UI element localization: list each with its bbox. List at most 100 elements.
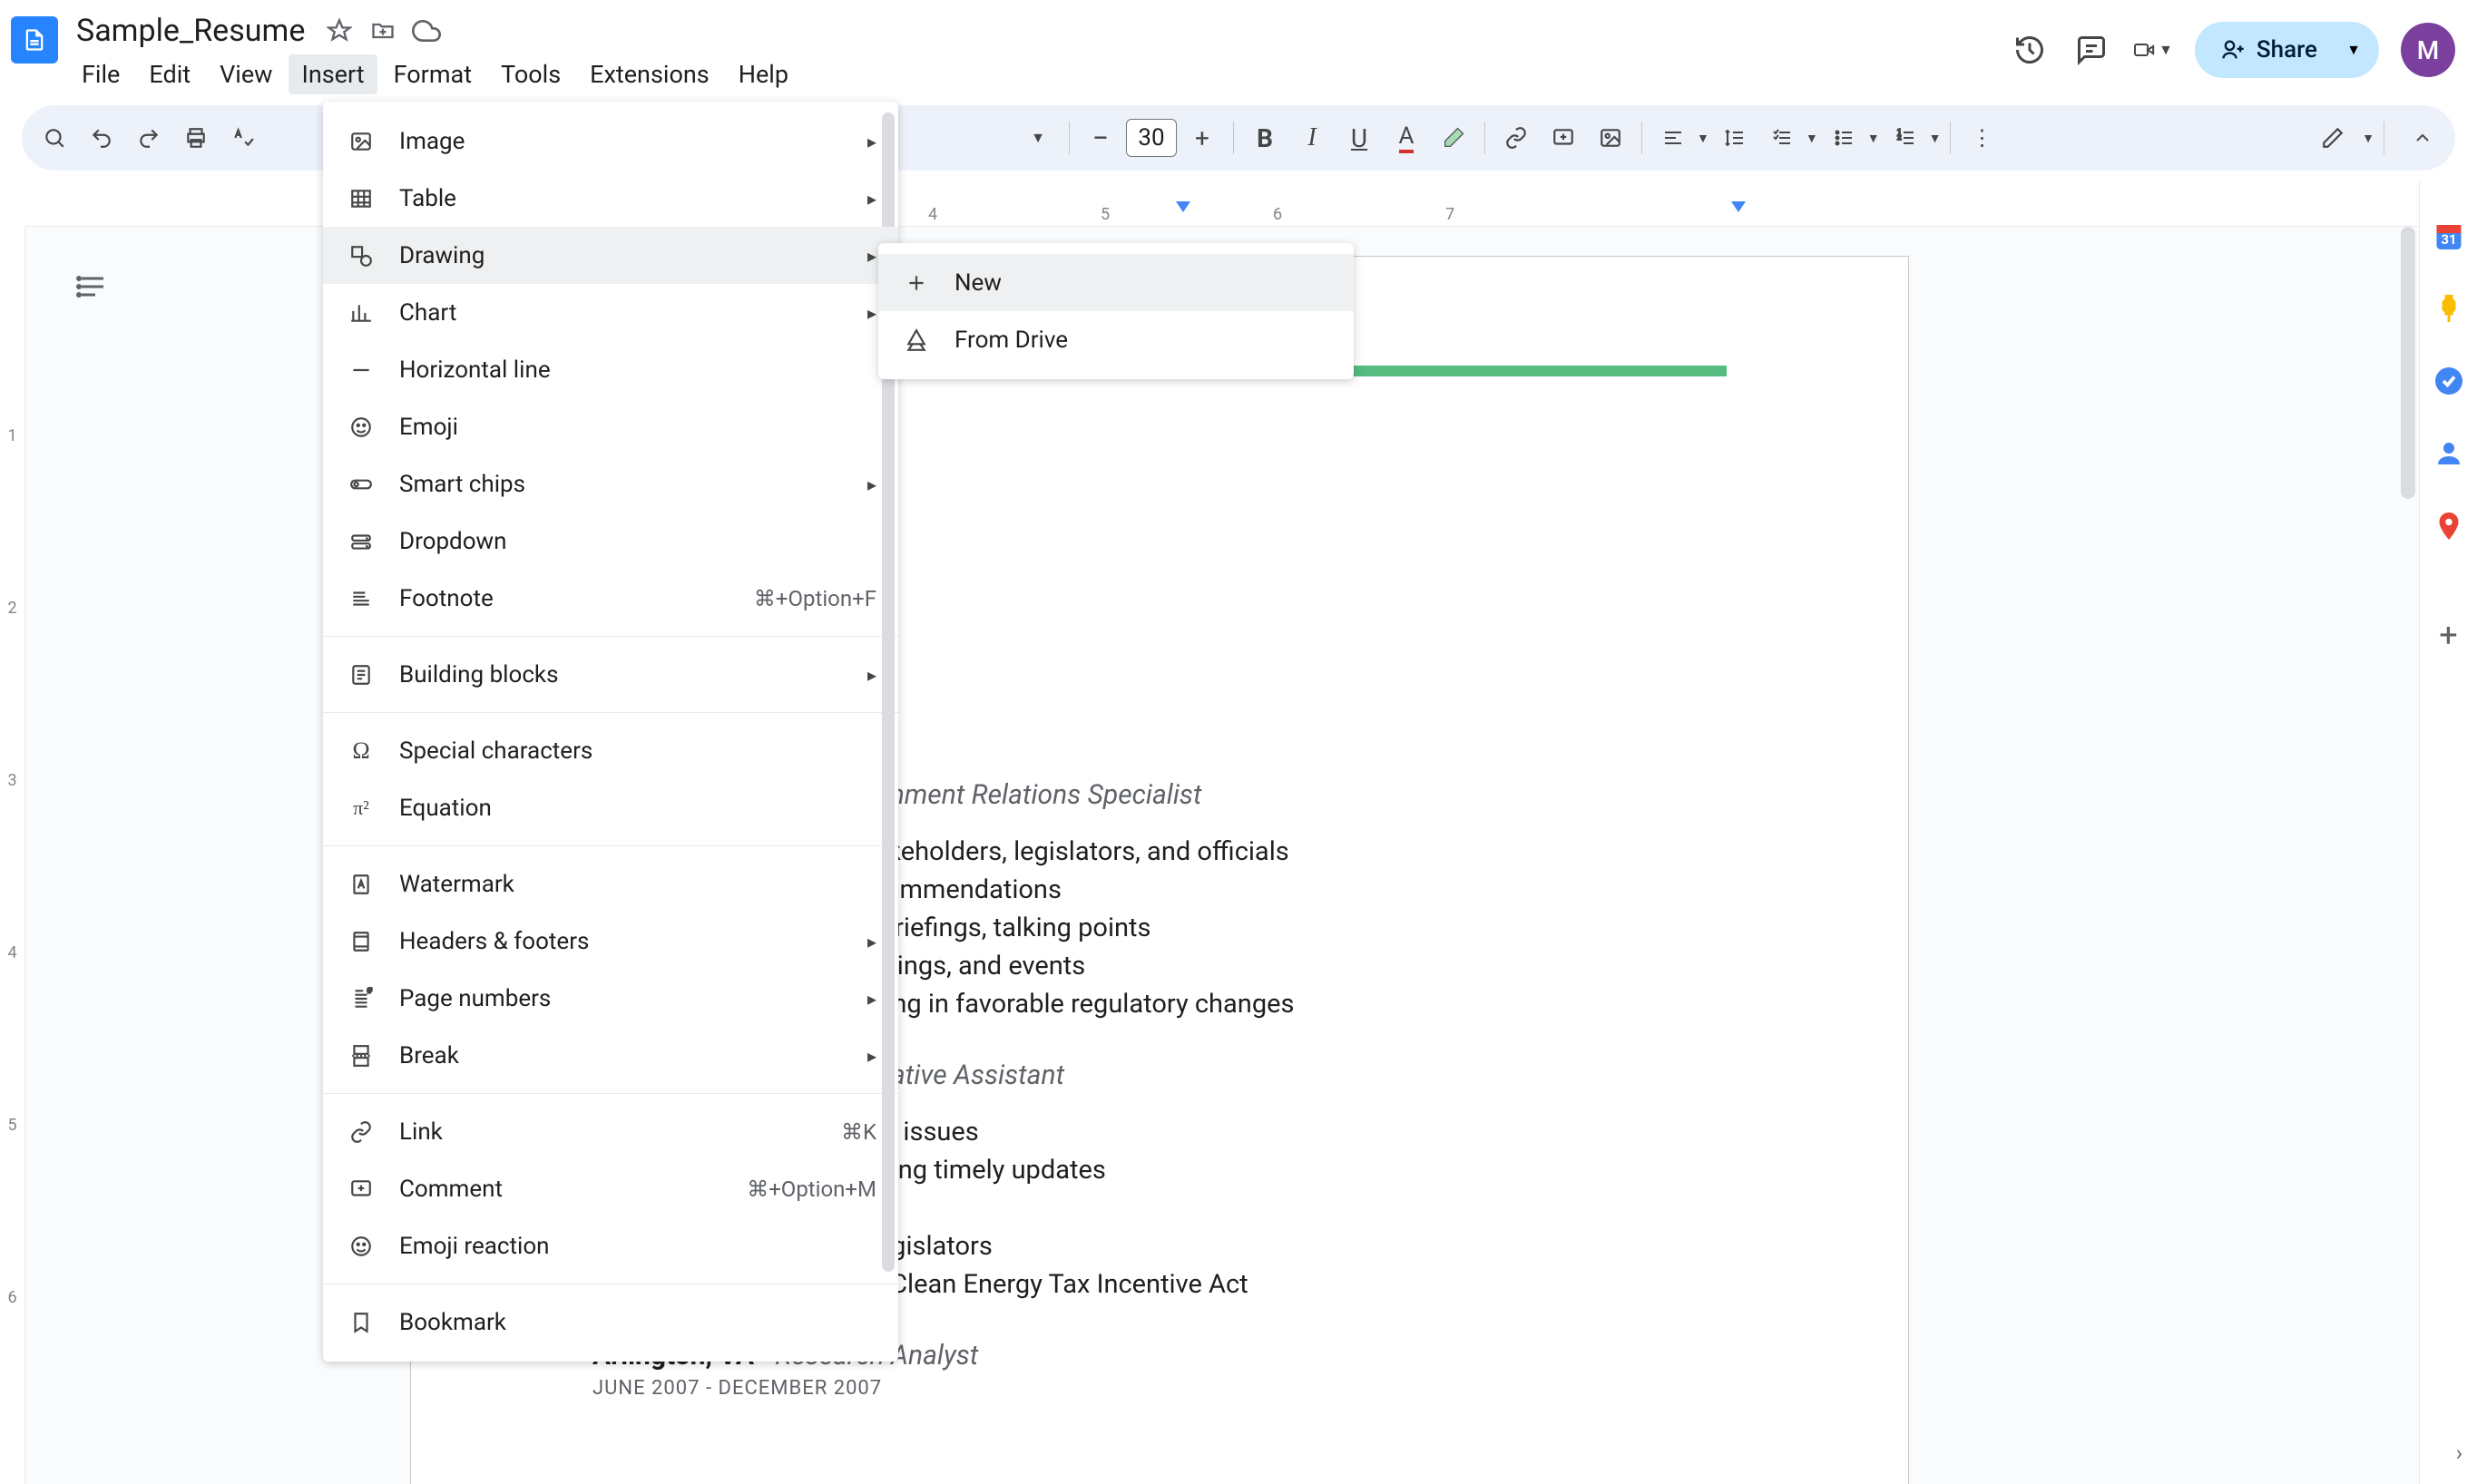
menu-label: Chart bbox=[399, 299, 867, 327]
tasks-icon[interactable] bbox=[2431, 363, 2467, 399]
menu-extensions[interactable]: Extensions bbox=[577, 54, 722, 94]
user-avatar[interactable]: M bbox=[2401, 23, 2455, 77]
star-icon[interactable] bbox=[323, 15, 356, 47]
menu-table[interactable]: Table▸ bbox=[323, 170, 898, 227]
font-size-input[interactable] bbox=[1126, 119, 1177, 157]
menu-emoji[interactable]: Emoji bbox=[323, 398, 898, 455]
docs-logo[interactable] bbox=[11, 16, 58, 63]
add-comment-icon[interactable] bbox=[1542, 116, 1585, 160]
menu-equation[interactable]: π²Equation bbox=[323, 779, 898, 836]
blocks-icon bbox=[345, 659, 377, 691]
outline-toggle-icon[interactable] bbox=[76, 270, 120, 314]
menu-horizontal-line[interactable]: Horizontal line bbox=[323, 341, 898, 398]
print-icon[interactable] bbox=[174, 116, 218, 160]
font-dropdown-icon[interactable]: ▼ bbox=[1016, 116, 1060, 160]
bold-icon[interactable]: B bbox=[1243, 116, 1287, 160]
watermark-icon bbox=[345, 868, 377, 901]
share-label: Share bbox=[2257, 36, 2317, 63]
menu-edit[interactable]: Edit bbox=[136, 54, 203, 94]
svg-text:#: # bbox=[367, 987, 373, 996]
menu-image[interactable]: Image▸ bbox=[323, 112, 898, 170]
checklist-icon[interactable] bbox=[1760, 116, 1804, 160]
menu-building-blocks[interactable]: Building blocks▸ bbox=[323, 646, 898, 703]
bookmark-icon bbox=[345, 1306, 377, 1339]
document-title[interactable]: Sample_Resume bbox=[69, 11, 312, 51]
line-spacing-icon[interactable] bbox=[1713, 116, 1757, 160]
plus-icon bbox=[900, 267, 933, 299]
submenu-arrow-icon: ▸ bbox=[867, 188, 876, 210]
menu-footnote[interactable]: Footnote⌘+Option+F bbox=[323, 570, 898, 627]
submenu-arrow-icon: ▸ bbox=[867, 931, 876, 952]
drawing-icon bbox=[345, 239, 377, 272]
meet-icon[interactable]: ▼ bbox=[2133, 30, 2173, 70]
numbered-list-icon[interactable]: 12 bbox=[1884, 116, 1927, 160]
history-icon[interactable] bbox=[2010, 30, 2050, 70]
expand-panel-icon[interactable]: › bbox=[2456, 1440, 2462, 1466]
menu-watermark[interactable]: Watermark bbox=[323, 855, 898, 913]
menu-drawing[interactable]: Drawing▸ bbox=[323, 227, 898, 284]
menu-chart[interactable]: Chart▸ bbox=[323, 284, 898, 341]
menu-label: Table bbox=[399, 185, 867, 212]
align-icon[interactable] bbox=[1651, 116, 1695, 160]
spellcheck-icon[interactable] bbox=[221, 116, 265, 160]
comment-icon bbox=[345, 1173, 377, 1206]
menu-format[interactable]: Format bbox=[381, 54, 485, 94]
indent-marker-right[interactable] bbox=[1731, 201, 1746, 212]
drive-icon bbox=[900, 324, 933, 356]
menu-break[interactable]: Break▸ bbox=[323, 1027, 898, 1084]
image-icon bbox=[345, 125, 377, 158]
menu-dropdown[interactable]: Dropdown bbox=[323, 513, 898, 570]
insert-link-icon[interactable] bbox=[1494, 116, 1538, 160]
menu-emoji-reaction[interactable]: Emoji reaction bbox=[323, 1217, 898, 1274]
font-size-increase[interactable]: + bbox=[1180, 116, 1224, 160]
undo-icon[interactable] bbox=[80, 116, 123, 160]
calendar-icon[interactable]: 31 bbox=[2431, 218, 2467, 254]
menu-file[interactable]: File bbox=[69, 54, 132, 94]
menu-link[interactable]: Link⌘K bbox=[323, 1103, 898, 1160]
comments-icon[interactable] bbox=[2071, 30, 2111, 70]
menu-comment[interactable]: Comment⌘+Option+M bbox=[323, 1160, 898, 1217]
link-icon bbox=[345, 1116, 377, 1148]
submenu-new[interactable]: New bbox=[878, 254, 1354, 311]
submenu-arrow-icon: ▸ bbox=[867, 245, 876, 267]
main-scrollbar[interactable] bbox=[2401, 227, 2415, 499]
add-addon-icon[interactable]: + bbox=[2431, 617, 2467, 653]
menu-view[interactable]: View bbox=[207, 54, 285, 94]
contacts-icon[interactable] bbox=[2431, 435, 2467, 472]
menu-insert[interactable]: Insert bbox=[289, 54, 377, 94]
share-dropdown-icon[interactable]: ▼ bbox=[2343, 32, 2379, 68]
highlight-icon[interactable] bbox=[1432, 116, 1475, 160]
menu-help[interactable]: Help bbox=[726, 54, 801, 94]
more-tools-icon[interactable]: ⋮ bbox=[1960, 116, 2003, 160]
submenu-arrow-icon: ▸ bbox=[867, 1045, 876, 1067]
menu-special-characters[interactable]: ΩSpecial characters bbox=[323, 722, 898, 779]
search-icon[interactable] bbox=[33, 116, 76, 160]
text-color-icon[interactable]: A bbox=[1385, 116, 1428, 160]
submenu-from-drive[interactable]: From Drive bbox=[878, 311, 1354, 368]
menu-headers-footers[interactable]: Headers & footers▸ bbox=[323, 913, 898, 970]
menu-page-numbers[interactable]: #Page numbers▸ bbox=[323, 970, 898, 1027]
insert-image-icon[interactable] bbox=[1589, 116, 1632, 160]
menu-label: Emoji reaction bbox=[399, 1233, 876, 1260]
menu-label: Smart chips bbox=[399, 471, 867, 498]
font-size-decrease[interactable]: − bbox=[1079, 116, 1122, 160]
menu-bookmark[interactable]: Bookmark bbox=[323, 1294, 898, 1351]
collapse-toolbar-icon[interactable] bbox=[2401, 116, 2444, 160]
cloud-status-icon[interactable] bbox=[410, 15, 443, 47]
pagenum-icon: # bbox=[345, 982, 377, 1015]
edit-mode-icon[interactable] bbox=[2311, 116, 2355, 160]
maps-icon[interactable] bbox=[2431, 508, 2467, 544]
italic-icon[interactable]: I bbox=[1290, 116, 1334, 160]
menu-tools[interactable]: Tools bbox=[488, 54, 573, 94]
indent-marker-left[interactable] bbox=[1176, 201, 1190, 212]
bullet-list-icon[interactable] bbox=[1822, 116, 1865, 160]
vertical-ruler: 1 2 3 4 5 6 bbox=[0, 227, 25, 1484]
share-button[interactable]: Share bbox=[2195, 22, 2343, 78]
menu-label: Special characters bbox=[399, 737, 876, 765]
redo-icon[interactable] bbox=[127, 116, 171, 160]
keep-icon[interactable] bbox=[2431, 290, 2467, 327]
move-icon[interactable] bbox=[367, 15, 399, 47]
menu-smart-chips[interactable]: Smart chips▸ bbox=[323, 455, 898, 513]
underline-icon[interactable]: U bbox=[1337, 116, 1381, 160]
side-panel: 31 + › bbox=[2419, 181, 2477, 1484]
